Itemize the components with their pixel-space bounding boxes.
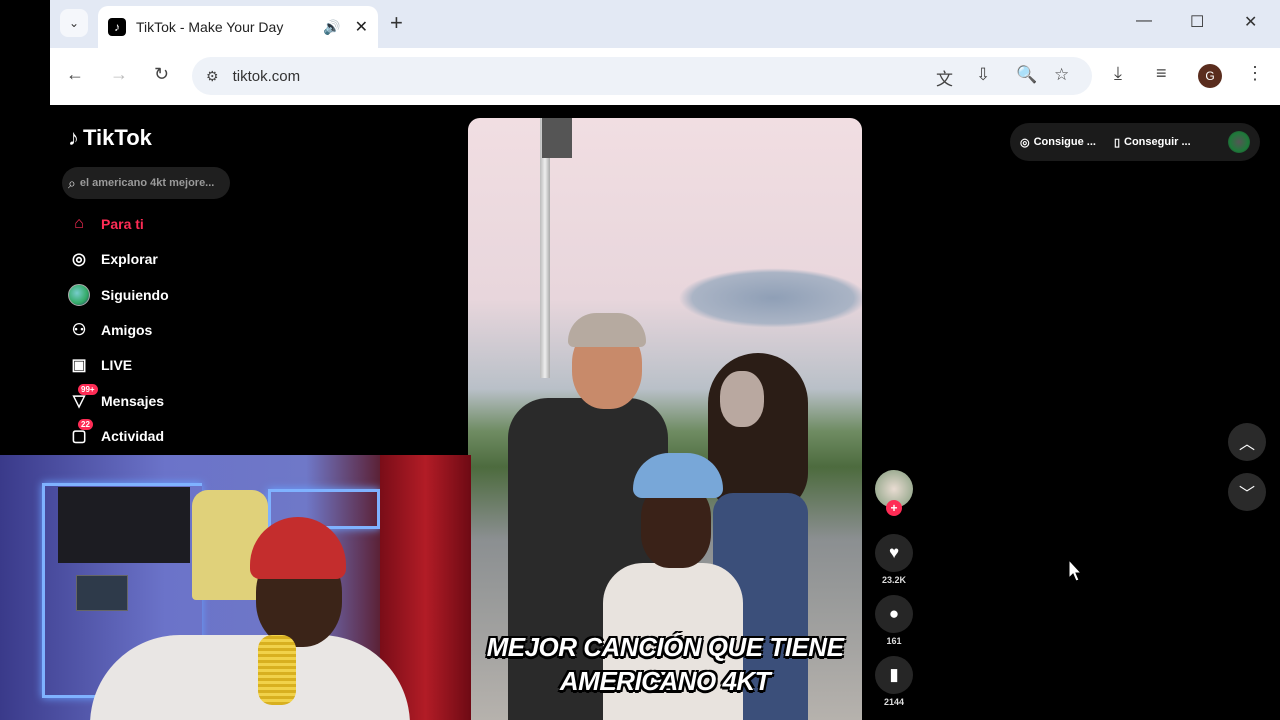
save-action[interactable]: ▮ 2144: [872, 656, 916, 707]
mouse-cursor-icon: [1068, 559, 1083, 582]
compass-icon: ◎: [72, 251, 86, 268]
streamer: [90, 517, 410, 720]
tab-title: TikTok - Make Your Day: [136, 19, 284, 35]
comment-count: 161: [886, 636, 902, 646]
chevron-down-icon: ⌄: [68, 16, 80, 30]
close-tab-icon[interactable]: ✕: [355, 17, 368, 37]
search-input[interactable]: ⌕ el americano 4kt mejore...: [62, 167, 230, 199]
downloads-icon[interactable]: ⤓: [1114, 63, 1122, 84]
coin-icon: ◎: [1020, 136, 1030, 149]
translate-icon[interactable]: 文: [936, 65, 953, 90]
speaker-icon[interactable]: 🔊: [323, 19, 340, 36]
messages-badge: 99+: [78, 384, 98, 395]
address-bar[interactable]: ⚙ tiktok.com: [192, 57, 1092, 95]
comment-icon[interactable]: ●: [875, 595, 913, 633]
user-avatar[interactable]: [1228, 131, 1250, 153]
tiktok-logo[interactable]: ♪ TikTok: [68, 125, 152, 151]
tab-search-button[interactable]: ⌄: [60, 9, 88, 37]
media-controls-icon[interactable]: ≡: [1156, 63, 1167, 84]
follow-plus-icon[interactable]: +: [886, 500, 902, 516]
sidebar-item-label: Explorar: [101, 251, 158, 267]
phone-icon: ▯: [1113, 136, 1121, 149]
friends-icon: ⚇: [71, 322, 87, 339]
sidebar-item-para-ti[interactable]: ⌂ Para ti: [68, 213, 144, 235]
browser-window: ⌄ ♪ TikTok - Make Your Day 🔊 ✕ + — ☐ ✕ ←…: [50, 0, 1280, 105]
logo-text: TikTok: [83, 125, 152, 150]
tab-tiktok[interactable]: ♪ TikTok - Make Your Day 🔊 ✕: [98, 6, 378, 48]
sidebar-item-amigos[interactable]: ⚇ Amigos: [68, 319, 153, 341]
site-info-icon[interactable]: ⚙: [206, 68, 219, 85]
forward-button[interactable]: →: [110, 64, 128, 85]
maximize-button[interactable]: ☐: [1190, 12, 1204, 32]
light-pole-head: [542, 118, 572, 158]
close-window-button[interactable]: ✕: [1244, 12, 1257, 32]
sidebar-item-label: Amigos: [101, 322, 153, 338]
save-count: 2144: [883, 697, 905, 707]
sidebar-item-mensajes[interactable]: ▽ 99+ Mensajes: [68, 384, 165, 412]
url-text: tiktok.com: [232, 67, 301, 85]
get-app-label: Conseguir ...: [1124, 136, 1191, 148]
chevron-up-icon: ︿: [1238, 436, 1255, 453]
tiktok-favicon-icon: ♪: [108, 18, 126, 36]
like-count: 23.2K: [881, 575, 907, 585]
live-tv-icon: ▣: [71, 357, 87, 374]
sidebar-item-siguiendo[interactable]: Siguiendo: [68, 284, 169, 306]
menu-dots-icon[interactable]: ⋮: [1246, 63, 1264, 84]
tab-bar: ⌄ ♪ TikTok - Make Your Day 🔊 ✕ + — ☐ ✕: [50, 0, 1280, 48]
creator-avatar[interactable]: +: [875, 470, 913, 516]
activity-icon: ▢ 22: [68, 419, 93, 447]
bookmark-star-icon[interactable]: ☆: [1054, 65, 1069, 85]
search-icon: ⌕: [68, 174, 76, 191]
search-query: el americano 4kt mejore...: [79, 177, 215, 189]
video-caption-line2: AMERICANO 4KT: [559, 666, 771, 696]
sidebar-item-label: LIVE: [101, 357, 133, 373]
bookmark-icon[interactable]: ▮: [875, 656, 913, 694]
comment-action[interactable]: ● 161: [872, 595, 916, 646]
sidebar-item-explorar[interactable]: ◎ Explorar: [68, 248, 158, 270]
microphone: [258, 635, 296, 705]
cloud: [678, 268, 862, 328]
get-coins-button[interactable]: ◎ Consigue ...: [1020, 136, 1096, 149]
new-tab-button[interactable]: +: [390, 12, 403, 34]
reload-button[interactable]: ↻: [154, 64, 169, 85]
minimize-button[interactable]: —: [1136, 12, 1152, 30]
heart-icon[interactable]: ♥: [875, 534, 913, 572]
zoom-icon[interactable]: 🔍: [1016, 65, 1037, 85]
browser-toolbar: ← → ↻ ⚙ tiktok.com 文 ⇩ 🔍 ☆ ⤓ ≡ G ⋮: [50, 48, 1280, 105]
back-button[interactable]: ←: [66, 64, 84, 85]
sidebar-item-label: Actividad: [101, 428, 165, 444]
profile-avatar[interactable]: G: [1198, 64, 1222, 88]
sidebar-item-label: Para ti: [101, 216, 144, 232]
activity-badge: 22: [78, 419, 93, 430]
chevron-down-icon: ﹀: [1238, 486, 1255, 503]
home-icon: ⌂: [74, 215, 84, 232]
header-actions: ◎ Consigue ... ▯ Conseguir ...: [1010, 123, 1260, 161]
webcam-overlay: [0, 455, 471, 720]
sidebar-item-actividad[interactable]: ▢ 22 Actividad: [68, 419, 165, 447]
sidebar-item-label: Mensajes: [101, 393, 165, 409]
sidebar-item-live[interactable]: ▣ LIVE: [68, 354, 132, 376]
messages-icon: ▽ 99+: [68, 384, 98, 412]
get-coins-label: Consigue ...: [1033, 136, 1096, 148]
video-player[interactable]: MEJOR CANCIÓN QUE TIENE EL AMERICANO 4KT: [468, 118, 862, 720]
install-app-icon[interactable]: ⇩: [976, 65, 990, 85]
following-avatar-icon: [68, 284, 90, 306]
tiktok-note-icon: ♪: [68, 125, 79, 150]
sidebar-item-label: Siguiendo: [101, 287, 169, 303]
video-actions: + ♥ 23.2K ● 161 ▮ 2144: [872, 470, 916, 707]
previous-video-button[interactable]: ︿: [1228, 423, 1266, 461]
next-video-button[interactable]: ﹀: [1228, 473, 1266, 511]
like-action[interactable]: ♥ 23.2K: [872, 534, 916, 585]
get-app-button[interactable]: ▯ Conseguir ...: [1114, 136, 1191, 149]
